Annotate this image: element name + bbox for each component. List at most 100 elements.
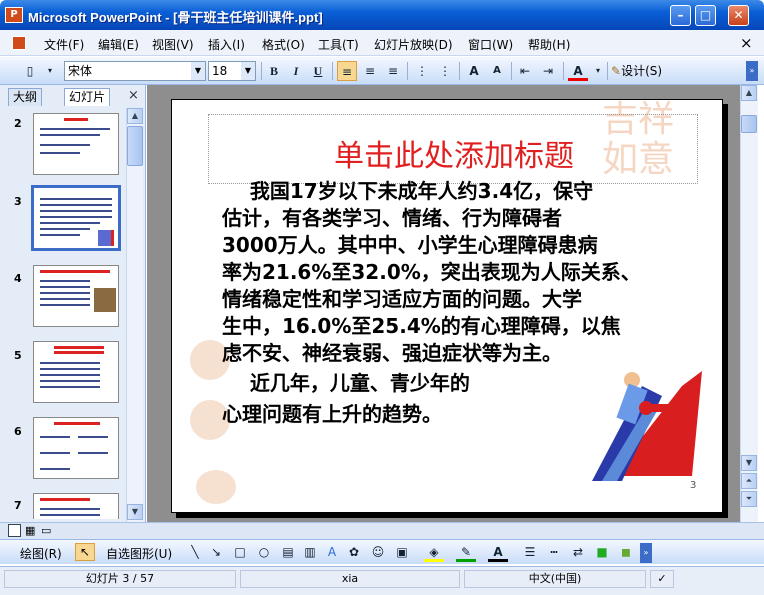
maximize-button[interactable]: □	[695, 5, 716, 26]
increase-font-icon[interactable]: A	[464, 61, 484, 81]
slideshow-view-icon[interactable]: ▭	[41, 524, 54, 537]
autoshapes-button[interactable]: 自选图形(U)	[106, 545, 172, 562]
scroll-thumb[interactable]	[741, 115, 757, 133]
font-color-icon[interactable]: A	[568, 61, 588, 81]
wordart-icon[interactable]: A	[322, 542, 342, 562]
menu-view[interactable]: 视图(V)	[152, 36, 194, 53]
toolbar-options-icon[interactable]: »	[746, 61, 758, 81]
menu-edit[interactable]: 编辑(E)	[98, 36, 139, 53]
slide-title[interactable]: 单击此处添加标题	[209, 131, 699, 175]
body-line: 近几年，儿童、青少年的	[222, 371, 470, 395]
menu-slideshow[interactable]: 幻灯片放映(D)	[374, 36, 453, 53]
vertical-textbox-icon[interactable]: ▥	[300, 542, 320, 562]
slide-thumbnail-4[interactable]	[33, 265, 119, 327]
line-color-icon[interactable]: ✎	[456, 542, 476, 562]
slide-thumbnail-6[interactable]	[33, 417, 119, 479]
title-placeholder[interactable]: 单击此处添加标题	[208, 114, 698, 184]
dash-style-icon[interactable]: ┅	[544, 542, 564, 562]
diagram-icon[interactable]: ✿	[344, 542, 364, 562]
scroll-down-icon[interactable]: ▼	[741, 455, 757, 471]
align-center-icon[interactable]: ≡	[360, 61, 380, 81]
font-name-select[interactable]: 宋体 ▼	[64, 61, 206, 81]
shadow-style-icon[interactable]: ■	[592, 542, 612, 562]
document-icon[interactable]	[12, 36, 26, 50]
font-color-icon[interactable]: A	[488, 542, 508, 562]
arrow-icon[interactable]: ↘	[206, 542, 226, 562]
chevron-down-icon[interactable]: ▼	[191, 62, 205, 80]
align-right-icon[interactable]: ≡	[383, 61, 403, 81]
toolbar-options-icon[interactable]: »	[640, 543, 652, 563]
scroll-up-icon[interactable]: ▲	[741, 85, 757, 101]
slide-thumbnail-5[interactable]	[33, 341, 119, 403]
slide-canvas[interactable]: 吉祥 如意 单击此处添加标题 我国17岁以下未成年人约3.4亿，保守 估计，有各类学…	[171, 99, 723, 513]
slide-thumbnail-2[interactable]	[33, 113, 119, 175]
slide-thumbnail-3-selected[interactable]	[31, 185, 121, 251]
menu-insert[interactable]: 插入(I)	[208, 36, 245, 53]
clipart-icon[interactable]: ☺	[368, 542, 388, 562]
slide-position-status: 幻灯片 3 / 57	[4, 570, 236, 588]
decrease-font-icon[interactable]: A	[487, 61, 507, 81]
draw-menu-button[interactable]: 绘图(R)	[20, 545, 62, 562]
close-document-icon[interactable]: ×	[740, 34, 753, 52]
separator	[607, 62, 608, 80]
normal-view-icon[interactable]	[8, 524, 21, 537]
increase-indent-icon[interactable]: ⇥	[538, 61, 558, 81]
previous-slide-icon[interactable]: ⏶	[741, 473, 757, 489]
menu-window[interactable]: 窗口(W)	[468, 36, 513, 53]
powerpoint-app-icon[interactable]: P	[5, 7, 23, 23]
picture-icon[interactable]: ▣	[392, 542, 412, 562]
close-window-button[interactable]: ✕	[728, 5, 749, 26]
slide-scrollbar[interactable]: ▲ ▼ ⏶ ⏷	[740, 85, 758, 522]
menu-format[interactable]: 格式(O)	[262, 36, 305, 53]
slide-body-text[interactable]: 我国17岁以下未成年人约3.4亿，保守 估计，有各类学习、情绪、行为障碍者 3000…	[222, 178, 702, 367]
slide-sorter-view-icon[interactable]: ▦	[25, 524, 38, 537]
status-bar: 幻灯片 3 / 57 xia 中文(中国) ✓	[0, 566, 764, 595]
menu-file[interactable]: 文件(F)	[44, 36, 84, 53]
bold-button[interactable]: B	[264, 61, 284, 81]
body-line: 虑不安、神经衰弱、强迫症状等为主。	[222, 341, 562, 365]
decrease-indent-icon[interactable]: ⇤	[515, 61, 535, 81]
font-size-select[interactable]: 18 ▼	[208, 61, 256, 81]
new-document-icon[interactable]: ▯	[20, 61, 40, 81]
rectangle-icon[interactable]: □	[230, 542, 250, 562]
slide-number-label: 3	[690, 480, 697, 491]
design-button[interactable]: ✎设计(S)	[611, 61, 675, 81]
bulleted-list-icon[interactable]: ⋮	[435, 61, 455, 81]
select-pointer-icon[interactable]: ↖	[75, 543, 95, 561]
numbered-list-icon[interactable]: ⋮	[412, 61, 432, 81]
body-line: 我国17岁以下未成年人约3.4亿，保守	[222, 179, 594, 203]
chevron-down-icon[interactable]: ▼	[241, 62, 255, 80]
separator	[332, 62, 333, 80]
scroll-up-icon[interactable]: ▲	[127, 108, 143, 124]
separator	[459, 62, 460, 80]
line-icon[interactable]: ╲	[185, 542, 205, 562]
spelling-status-icon[interactable]: ✓	[650, 570, 674, 588]
oval-icon[interactable]: ○	[254, 542, 274, 562]
scroll-down-icon[interactable]: ▼	[127, 504, 143, 520]
fill-color-icon[interactable]: ◈	[424, 542, 444, 562]
menu-tools[interactable]: 工具(T)	[318, 36, 359, 53]
textbox-icon[interactable]: ▤	[278, 542, 298, 562]
tab-slides[interactable]: 幻灯片	[64, 88, 111, 106]
menu-help[interactable]: 帮助(H)	[528, 36, 570, 53]
tab-outline[interactable]: 大纲	[8, 88, 43, 106]
slide-number: 4	[14, 272, 22, 285]
close-panel-icon[interactable]: ×	[128, 88, 139, 103]
chevron-down-icon[interactable]: ▾	[588, 61, 608, 81]
italic-button[interactable]: I	[286, 61, 306, 81]
line-style-icon[interactable]: ☰	[520, 542, 540, 562]
minimize-button[interactable]: –	[670, 5, 691, 26]
slide-thumbnail-7[interactable]	[33, 493, 119, 519]
scroll-thumb[interactable]	[127, 126, 143, 166]
arrow-style-icon[interactable]: ⇄	[568, 542, 588, 562]
toolbar-options-icon[interactable]: ▾	[40, 61, 60, 81]
align-left-icon[interactable]: ≡	[337, 61, 357, 81]
body-line: 情绪稳定性和学习适应方面的问题。大学	[222, 287, 582, 311]
3d-style-icon[interactable]: ◼	[616, 542, 636, 562]
slide-body-text-2[interactable]: 近几年，儿童、青少年的 心理问题有上升的趋势。	[222, 368, 602, 430]
design-label: 设计(S)	[621, 64, 663, 78]
template-name-status: xia	[240, 570, 460, 588]
thumbnail-scrollbar[interactable]: ▲ ▼	[126, 108, 143, 522]
underline-button[interactable]: U	[308, 61, 328, 81]
next-slide-icon[interactable]: ⏷	[741, 491, 757, 507]
